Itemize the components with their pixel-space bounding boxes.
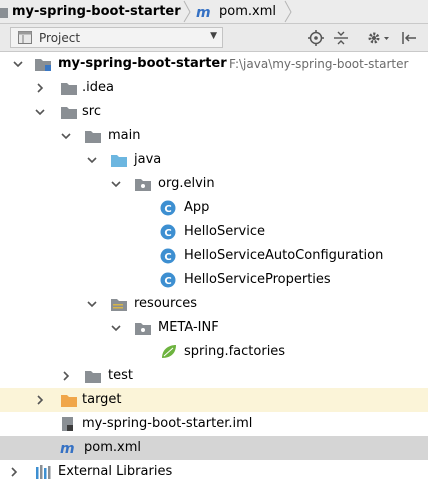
tree-label: spring.factories xyxy=(184,344,286,359)
module-folder-icon xyxy=(34,56,52,72)
chevron-right-icon[interactable] xyxy=(34,82,46,94)
tree-row-external-libraries[interactable]: External Libraries xyxy=(0,460,428,484)
view-selector-label: Project xyxy=(39,30,81,45)
chevron-down-icon[interactable] xyxy=(86,154,98,166)
tree-row-resources[interactable]: resources xyxy=(0,292,428,316)
tree-row-class[interactable]: C HelloService xyxy=(0,220,428,244)
tree-row-class[interactable]: C HelloServiceAutoConfiguration xyxy=(0,244,428,268)
gear-icon[interactable] xyxy=(366,29,390,47)
project-tree: my-spring-boot-starter F:\java\my-spring… xyxy=(0,52,428,483)
tree-label: HelloServiceProperties xyxy=(184,272,331,287)
chevron-right-icon[interactable] xyxy=(34,394,46,406)
tree-label: META-INF xyxy=(158,320,219,335)
tree-label: org.elvin xyxy=(158,176,215,191)
tree-row-target[interactable]: target xyxy=(0,388,428,412)
hide-panel-icon[interactable] xyxy=(400,29,418,47)
tree-row-package[interactable]: org.elvin xyxy=(0,172,428,196)
project-view-icon xyxy=(18,31,32,44)
chevron-down-icon[interactable] xyxy=(12,58,24,70)
svg-text:C: C xyxy=(164,252,171,263)
breadcrumb-project[interactable]: my-spring-boot-starter xyxy=(0,0,181,23)
tree-label: App xyxy=(184,200,210,215)
breadcrumb-separator-end xyxy=(283,0,293,23)
tree-label: target xyxy=(82,392,122,407)
maven-icon: m xyxy=(60,440,82,456)
spring-leaf-icon xyxy=(160,344,178,360)
chevron-down-icon[interactable] xyxy=(110,322,122,334)
package-icon xyxy=(134,176,152,192)
chevron-down-icon[interactable] xyxy=(86,298,98,310)
chevron-down-icon: ▼ xyxy=(210,31,217,41)
tree-label: .idea xyxy=(82,80,114,95)
svg-text:C: C xyxy=(164,276,171,287)
tree-path: F:\java\my-spring-boot-starter xyxy=(229,57,409,71)
tree-label: HelloService xyxy=(184,224,265,239)
project-folder-icon xyxy=(0,5,8,19)
breadcrumb-separator xyxy=(182,0,192,23)
tree-row-src[interactable]: src xyxy=(0,100,428,124)
svg-text:C: C xyxy=(164,204,171,215)
tree-label: src xyxy=(82,104,101,119)
navigation-bar: my-spring-boot-starter m pom.xml xyxy=(0,0,428,24)
tree-label: java xyxy=(134,152,162,167)
tree-label: pom.xml xyxy=(84,440,141,455)
class-icon: C xyxy=(160,248,178,264)
library-icon xyxy=(34,464,52,480)
tree-row-root[interactable]: my-spring-boot-starter F:\java\my-spring… xyxy=(0,52,428,76)
tree-row-meta-inf[interactable]: META-INF xyxy=(0,316,428,340)
tree-label: my-spring-boot-starter.iml xyxy=(82,416,253,431)
tree-row-pom[interactable]: m pom.xml xyxy=(0,436,428,460)
svg-text:C: C xyxy=(164,228,171,239)
chevron-down-icon[interactable] xyxy=(34,106,46,118)
module-file-icon xyxy=(60,416,78,432)
class-icon: C xyxy=(160,272,178,288)
class-icon: C xyxy=(160,224,178,240)
view-selector-dropdown[interactable]: Project ▼ xyxy=(10,27,223,48)
breadcrumb-file[interactable]: m pom.xml xyxy=(196,0,276,23)
breadcrumb-file-label: pom.xml xyxy=(219,4,276,19)
tree-row-idea[interactable]: .idea xyxy=(0,76,428,100)
tree-label: my-spring-boot-starter xyxy=(58,56,227,71)
svg-text:m: m xyxy=(196,5,211,20)
tree-label: External Libraries xyxy=(58,464,173,479)
resources-folder-icon xyxy=(110,296,128,312)
tree-row-class[interactable]: C HelloServiceProperties xyxy=(0,268,428,292)
project-toolwindow-header: Project ▼ xyxy=(0,24,428,52)
locate-target-icon[interactable] xyxy=(307,29,325,47)
tree-row-class[interactable]: C App xyxy=(0,196,428,220)
chevron-down-icon[interactable] xyxy=(110,178,122,190)
tree-label: main xyxy=(108,128,141,143)
maven-icon: m xyxy=(196,4,216,20)
folder-icon xyxy=(84,368,102,384)
folder-icon xyxy=(84,128,102,144)
source-folder-icon xyxy=(110,152,128,168)
collapse-all-icon[interactable] xyxy=(332,29,350,47)
class-icon: C xyxy=(160,200,178,216)
tree-row-iml[interactable]: my-spring-boot-starter.iml xyxy=(0,412,428,436)
folder-icon xyxy=(60,104,78,120)
breadcrumb-project-label: my-spring-boot-starter xyxy=(12,4,181,19)
tree-row-test[interactable]: test xyxy=(0,364,428,388)
tree-label: resources xyxy=(134,296,198,311)
svg-text:m: m xyxy=(60,441,75,456)
tree-label: test xyxy=(108,368,133,383)
tree-row-java[interactable]: java xyxy=(0,148,428,172)
tree-label: HelloServiceAutoConfiguration xyxy=(184,248,384,263)
package-icon xyxy=(134,320,152,336)
tree-row-spring-factories[interactable]: spring.factories xyxy=(0,340,428,364)
excluded-folder-icon xyxy=(60,392,78,408)
chevron-right-icon[interactable] xyxy=(8,466,20,478)
chevron-down-icon[interactable] xyxy=(60,130,72,142)
tree-row-main[interactable]: main xyxy=(0,124,428,148)
chevron-right-icon[interactable] xyxy=(60,370,72,382)
folder-icon xyxy=(60,80,78,96)
